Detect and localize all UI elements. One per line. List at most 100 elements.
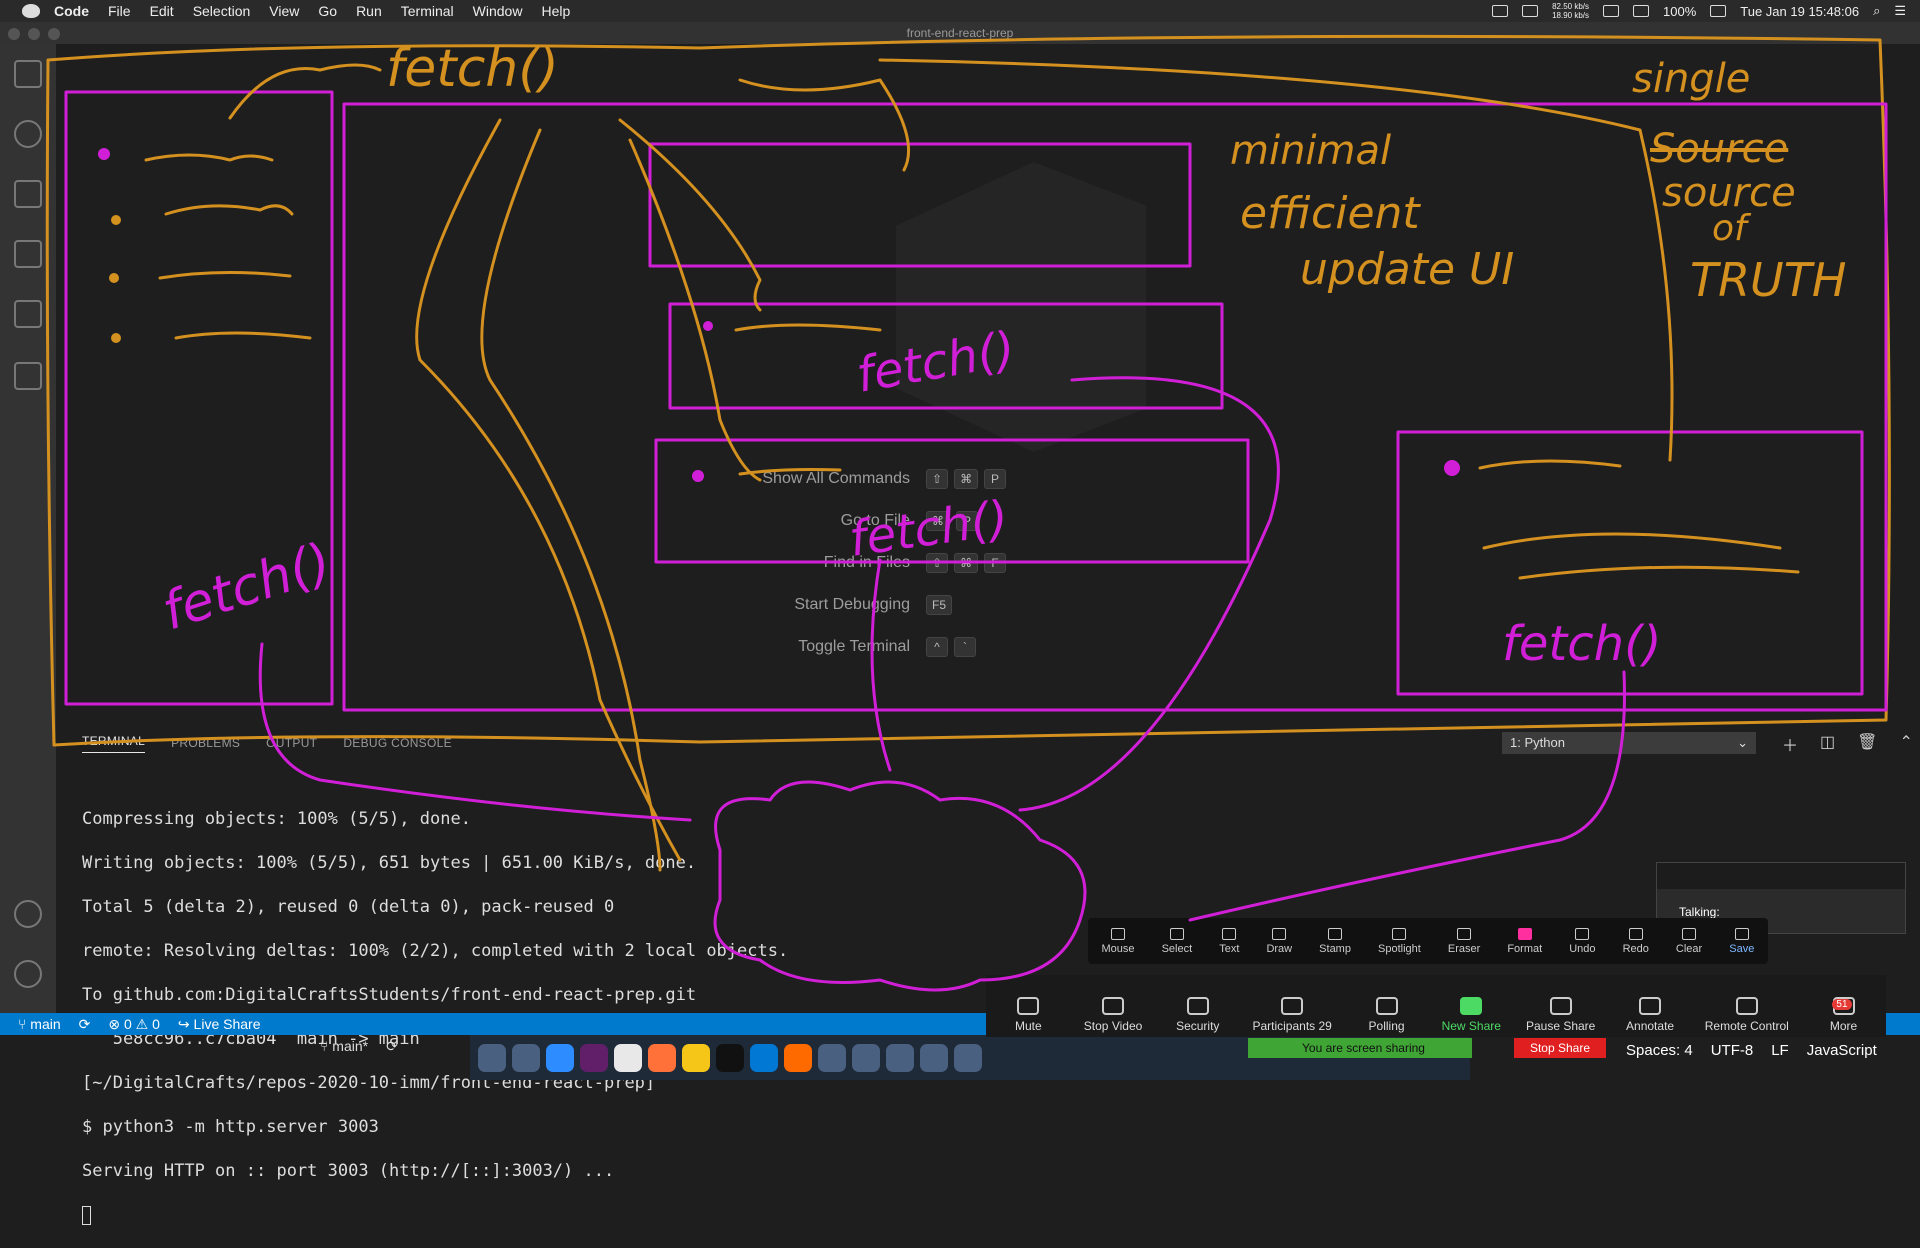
trash-icon[interactable]: 🗑 xyxy=(1857,732,1877,756)
annot-format[interactable]: Format xyxy=(1507,927,1542,955)
video-camera-icon xyxy=(1102,997,1125,1015)
menu-terminal[interactable]: Terminal xyxy=(401,3,454,19)
zoom-icon[interactable] xyxy=(546,1043,574,1072)
app-icon[interactable] xyxy=(512,1043,540,1072)
annot-text[interactable]: Text xyxy=(1219,927,1239,955)
control-center-icon[interactable]: ☰ xyxy=(1894,3,1906,19)
problems-status[interactable]: ⊗ 0 ⚠ 0 xyxy=(108,1016,160,1033)
command-go-to-file[interactable]: Go to File ⌘ P xyxy=(730,510,978,532)
stop-video-button[interactable]: Stop Video xyxy=(1083,997,1143,1033)
chrome-icon[interactable] xyxy=(614,1043,642,1072)
new-share-button[interactable]: New Share xyxy=(1441,997,1501,1033)
search-icon[interactable]: ⌕ xyxy=(1873,3,1880,19)
sync-icon[interactable]: ⟳ xyxy=(79,1016,91,1033)
annotate-button[interactable]: Annotate xyxy=(1620,997,1680,1033)
terminal-icon[interactable] xyxy=(716,1043,744,1072)
annot-mouse[interactable]: Mouse xyxy=(1102,927,1135,955)
app-icon[interactable] xyxy=(886,1043,914,1072)
stop-share-button[interactable]: Stop Share xyxy=(1514,1038,1606,1058)
annot-stamp[interactable]: Stamp xyxy=(1319,927,1351,955)
annot-spotlight[interactable]: Spotlight xyxy=(1378,927,1421,955)
tab-problems[interactable]: PROBLEMS xyxy=(171,736,240,750)
app-icon[interactable] xyxy=(818,1043,846,1072)
tab-output[interactable]: OUTPUT xyxy=(266,736,317,750)
menu-edit[interactable]: Edit xyxy=(150,3,174,19)
annotation-toolbar: Mouse Select Text Draw Stamp Spotlight E… xyxy=(1088,918,1768,964)
gear-icon[interactable] xyxy=(14,960,42,988)
annot-redo[interactable]: Redo xyxy=(1623,927,1649,955)
tab-terminal[interactable]: TERMINAL xyxy=(82,734,146,753)
app-icon[interactable] xyxy=(954,1043,982,1072)
annot-clear[interactable]: Clear xyxy=(1676,927,1702,955)
participants-button[interactable]: Participants 29 xyxy=(1252,997,1332,1033)
slack-icon[interactable] xyxy=(580,1043,608,1072)
app-icon[interactable] xyxy=(920,1043,948,1072)
app-icon[interactable] xyxy=(784,1043,812,1072)
zoom-tray-icon[interactable] xyxy=(1492,5,1509,17)
menu-file[interactable]: File xyxy=(108,3,131,19)
source-control-icon[interactable] xyxy=(14,180,42,208)
live-share-icon[interactable] xyxy=(14,362,42,390)
branch-status-2[interactable]: ⑂ main* xyxy=(320,1038,368,1055)
screen-sharing-banner: You are screen sharing xyxy=(1248,1038,1472,1058)
command-find-in-files[interactable]: Find in Files ⇧ ⌘ F xyxy=(730,552,1007,574)
finder-icon[interactable] xyxy=(478,1043,506,1072)
terminal-select[interactable]: 1: Python ⌄ xyxy=(1502,732,1756,754)
more-button[interactable]: More 51 xyxy=(1814,997,1874,1033)
menu-help[interactable]: Help xyxy=(541,3,570,19)
split-icon[interactable]: ◫ xyxy=(1820,732,1835,756)
extensions-icon[interactable] xyxy=(14,300,42,328)
wifi-icon[interactable] xyxy=(1633,5,1650,17)
explorer-icon[interactable] xyxy=(14,60,42,88)
control-label: More xyxy=(1829,1019,1858,1033)
tab-debug-console[interactable]: DEBUG CONSOLE xyxy=(343,736,452,750)
app-icon[interactable] xyxy=(852,1043,880,1072)
command-start-debugging[interactable]: Start Debugging F5 xyxy=(730,594,953,616)
mute-button[interactable]: Mute xyxy=(998,997,1058,1033)
control-label: Pause Share xyxy=(1525,1019,1596,1033)
firefox-icon[interactable] xyxy=(648,1043,676,1072)
minimize-window-button[interactable] xyxy=(28,28,40,40)
menu-view[interactable]: View xyxy=(269,3,299,19)
view-controls[interactable] xyxy=(1657,863,1905,889)
macos-menubar: Code File Edit Selection View Go Run Ter… xyxy=(0,0,1920,22)
annot-save[interactable]: Save xyxy=(1729,927,1754,955)
zoom-window-button[interactable] xyxy=(48,28,60,40)
encoding-status[interactable]: UTF-8 xyxy=(1711,1042,1754,1059)
annot-undo[interactable]: Undo xyxy=(1569,927,1596,955)
command-toggle-terminal[interactable]: Toggle Terminal ^ ` xyxy=(730,636,976,658)
plus-icon[interactable]: ＋ xyxy=(1782,732,1798,756)
search-icon[interactable] xyxy=(14,120,42,148)
pause-share-button[interactable]: Pause Share xyxy=(1526,997,1595,1033)
eol-status[interactable]: LF xyxy=(1771,1042,1789,1059)
bluetooth-icon[interactable] xyxy=(1603,5,1620,17)
menu-window[interactable]: Window xyxy=(473,3,523,19)
spaces-status[interactable]: Spaces: 4 xyxy=(1626,1042,1693,1059)
battery-icon[interactable] xyxy=(1710,5,1727,17)
apple-icon[interactable] xyxy=(22,4,40,18)
sync-icon[interactable]: ⟳ xyxy=(386,1038,398,1055)
vscode-icon[interactable] xyxy=(750,1043,778,1072)
menu-app[interactable]: Code xyxy=(54,3,89,19)
traffic-lights xyxy=(8,28,60,40)
menu-selection[interactable]: Selection xyxy=(193,3,251,19)
clock[interactable]: Tue Jan 19 15:48:06 xyxy=(1740,4,1859,19)
account-icon[interactable] xyxy=(14,900,42,928)
annot-eraser[interactable]: Eraser xyxy=(1448,927,1480,955)
polling-button[interactable]: Polling xyxy=(1357,997,1417,1033)
run-debug-icon[interactable] xyxy=(14,240,42,268)
menu-run[interactable]: Run xyxy=(356,3,382,19)
language-status[interactable]: JavaScript xyxy=(1807,1042,1877,1059)
chevron-up-icon[interactable]: ⌃ xyxy=(1899,732,1912,756)
menu-go[interactable]: Go xyxy=(318,3,337,19)
live-share-status[interactable]: ↪ Live Share xyxy=(178,1016,261,1033)
command-show-all[interactable]: Show All Commands ⇧ ⌘ P xyxy=(730,468,1007,490)
display-tray-icon[interactable] xyxy=(1522,5,1539,17)
annot-draw[interactable]: Draw xyxy=(1266,927,1292,955)
remote-control-button[interactable]: Remote Control xyxy=(1705,997,1789,1033)
close-window-button[interactable] xyxy=(8,28,20,40)
app-icon[interactable] xyxy=(682,1043,710,1072)
annot-select[interactable]: Select xyxy=(1162,927,1192,955)
branch-status[interactable]: ⑂ main xyxy=(18,1016,61,1032)
security-button[interactable]: Security xyxy=(1168,997,1228,1033)
